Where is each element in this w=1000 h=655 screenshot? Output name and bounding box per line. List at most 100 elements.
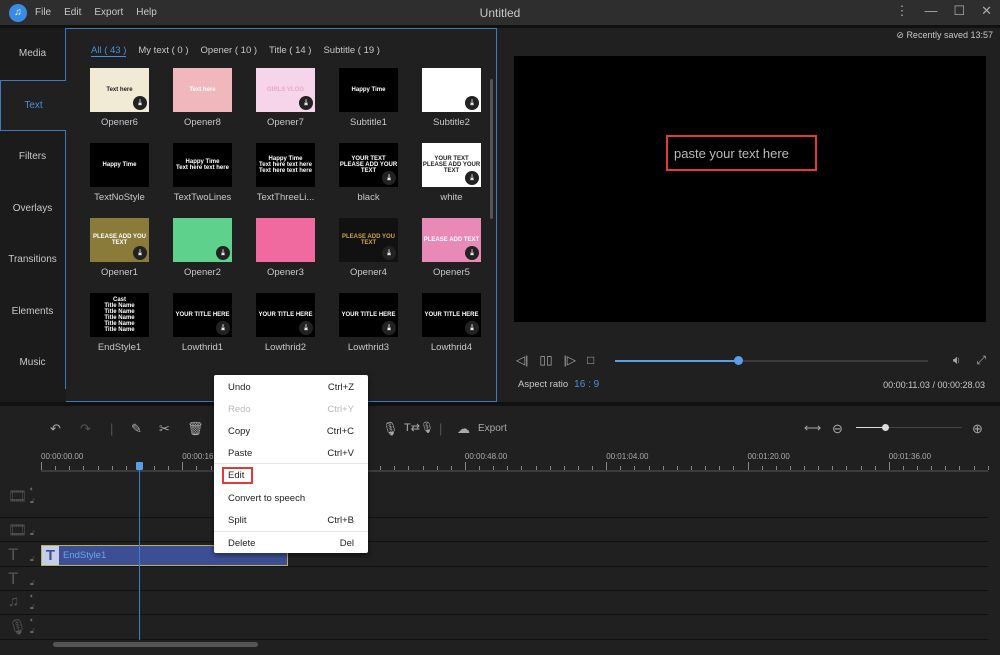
- microphone-icon[interactable]: 🎙︎: [382, 421, 399, 437]
- download-icon[interactable]: ⤓: [465, 96, 479, 110]
- undo-icon[interactable]: ↶: [50, 421, 61, 437]
- template-card[interactable]: Text here ⤓ Opener6: [90, 68, 173, 128]
- video-preview[interactable]: paste your text here: [514, 56, 986, 322]
- export-cloud-icon[interactable]: ☁: [457, 421, 470, 437]
- lock-icon[interactable]: 🔓︎: [30, 498, 35, 506]
- template-card[interactable]: Happy Time Text here text here Text here…: [256, 143, 339, 203]
- context-menu-item-paste[interactable]: Paste Ctrl+V: [228, 448, 354, 459]
- lock-icon[interactable]: 🔓︎: [30, 580, 35, 588]
- speaker-icon[interactable]: 🔈︎: [30, 486, 34, 494]
- minimize-icon[interactable]: —: [924, 3, 937, 19]
- volume-icon[interactable]: 🔉︎: [953, 353, 961, 368]
- template-thumbnail[interactable]: Text here: [173, 68, 232, 112]
- edit-pencil-icon[interactable]: ✎: [131, 421, 142, 437]
- more-icon[interactable]: ⋮: [895, 3, 908, 19]
- template-thumbnail[interactable]: Happy Time Text here text here: [173, 143, 232, 187]
- template-card[interactable]: Text here Opener8: [173, 68, 256, 128]
- template-thumbnail[interactable]: PLEASE ADD YOU TEXT ⤓: [90, 218, 149, 262]
- template-thumbnail[interactable]: ⤓: [173, 218, 232, 262]
- download-icon[interactable]: ⤓: [299, 321, 313, 335]
- menu-file[interactable]: File: [35, 7, 51, 18]
- template-thumbnail[interactable]: [256, 218, 315, 262]
- menu-edit[interactable]: Edit: [64, 7, 81, 18]
- context-menu-item-copy[interactable]: Copy Ctrl+C: [228, 426, 354, 437]
- download-icon[interactable]: ⤓: [133, 246, 147, 260]
- speaker-icon[interactable]: 🔈︎: [30, 593, 34, 601]
- download-icon[interactable]: ⤓: [382, 321, 396, 335]
- fit-timeline-icon[interactable]: ⟷: [804, 421, 821, 435]
- template-thumbnail[interactable]: YOUR TEXT PLEASE ADD YOUR TEXT ⤓: [422, 143, 481, 187]
- delete-icon[interactable]: 🗑︎: [187, 421, 204, 437]
- template-thumbnail[interactable]: Happy Time: [90, 143, 149, 187]
- template-card[interactable]: YOUR TITLE HERE ⤓ Lowthrid3: [339, 293, 422, 353]
- close-icon[interactable]: ✕: [981, 3, 992, 19]
- timeline-scrollbar[interactable]: [53, 642, 258, 647]
- tab-title[interactable]: Title ( 14 ): [269, 45, 311, 57]
- previous-frame-icon[interactable]: ◁|: [516, 353, 528, 367]
- sidebar-item-filters[interactable]: Filters: [0, 131, 66, 183]
- template-thumbnail[interactable]: YOUR TITLE HERE ⤓: [339, 293, 398, 337]
- template-thumbnail[interactable]: YOUR TEXT PLEASE ADD YOUR TEXT ⤓: [339, 143, 398, 187]
- template-thumbnail[interactable]: YOUR TITLE HERE ⤓: [422, 293, 481, 337]
- template-thumbnail[interactable]: Text here ⤓: [90, 68, 149, 112]
- template-thumbnail[interactable]: PLEASE ADD YOU TEXT ⤓: [339, 218, 398, 262]
- template-card[interactable]: Happy Time TextNoStyle: [90, 143, 173, 203]
- lock-icon[interactable]: 🔓︎: [30, 530, 35, 538]
- menu-export[interactable]: Export: [94, 7, 123, 18]
- context-menu-item-redo[interactable]: Redo Ctrl+Y: [228, 404, 354, 415]
- template-card[interactable]: PLEASE ADD TEXT ⤓ Opener5: [422, 218, 496, 278]
- playhead-line[interactable]: [139, 462, 140, 640]
- context-menu-item-delete[interactable]: Delete Del: [228, 538, 354, 549]
- template-thumbnail[interactable]: YOUR TITLE HERE ⤓: [173, 293, 232, 337]
- template-card[interactable]: ⤓ Opener2: [173, 218, 256, 278]
- playhead-handle[interactable]: [136, 462, 143, 470]
- tab-subtitle[interactable]: Subtitle ( 19 ): [323, 45, 380, 57]
- tab-opener[interactable]: Opener ( 10 ): [201, 45, 258, 57]
- context-menu-item-undo[interactable]: Undo Ctrl+Z: [228, 382, 354, 393]
- template-card[interactable]: Happy Time Subtitle1: [339, 68, 422, 128]
- text-to-speech-icon[interactable]: T⇄🎙︎: [404, 421, 434, 434]
- download-icon[interactable]: ⤓: [465, 171, 479, 185]
- context-menu-item-convert-to-speech[interactable]: Convert to speech: [228, 493, 354, 504]
- sidebar-item-music[interactable]: Music: [0, 337, 66, 389]
- speaker-icon[interactable]: 🔈︎: [30, 617, 34, 625]
- next-frame-icon[interactable]: |▷: [564, 353, 576, 367]
- aspect-ratio-value[interactable]: 16 : 9: [574, 379, 599, 390]
- template-card[interactable]: Opener3: [256, 218, 339, 278]
- template-card[interactable]: YOUR TITLE HERE ⤓ Lowthrid1: [173, 293, 256, 353]
- template-card[interactable]: Happy Tim ⤓ Subtitle2: [422, 68, 496, 128]
- template-card[interactable]: Cast Title Name Title Name Title Name Ti…: [90, 293, 173, 353]
- template-card[interactable]: YOUR TITLE HERE ⤓ Lowthrid2: [256, 293, 339, 353]
- sidebar-item-overlays[interactable]: Overlays: [0, 182, 66, 234]
- template-thumbnail[interactable]: Happy Time Text here text here Text here…: [256, 143, 315, 187]
- cut-icon[interactable]: ✂: [159, 421, 170, 437]
- timeline-zoom-slider[interactable]: [856, 424, 962, 431]
- zoom-in-icon[interactable]: ⊕: [972, 421, 983, 437]
- redo-icon[interactable]: ↷: [80, 421, 91, 437]
- stop-icon[interactable]: □: [587, 353, 594, 367]
- template-card[interactable]: PLEASE ADD YOU TEXT ⤓ Opener4: [339, 218, 422, 278]
- tab-my-text[interactable]: My text ( 0 ): [138, 45, 188, 57]
- download-icon[interactable]: ⤓: [382, 246, 396, 260]
- menu-help[interactable]: Help: [136, 7, 157, 18]
- lock-icon[interactable]: 🔓︎: [30, 556, 35, 564]
- template-card[interactable]: GIRLS VLOG ⤓ Opener7: [256, 68, 339, 128]
- download-icon[interactable]: ⤓: [382, 171, 396, 185]
- sidebar-item-media[interactable]: Media: [0, 28, 66, 80]
- template-thumbnail[interactable]: YOUR TITLE HERE ⤓: [256, 293, 315, 337]
- download-icon[interactable]: ⤓: [299, 96, 313, 110]
- download-icon[interactable]: ⤓: [216, 246, 230, 260]
- template-card[interactable]: Happy Time Text here text here TextTwoLin…: [173, 143, 256, 203]
- playback-progress-slider[interactable]: [615, 356, 928, 365]
- pause-icon[interactable]: ▯▯: [539, 353, 552, 367]
- lock-icon[interactable]: 🔓︎: [30, 604, 35, 612]
- lock-icon[interactable]: 🔓︎: [30, 628, 35, 636]
- download-icon[interactable]: ⤓: [465, 321, 479, 335]
- maximize-icon[interactable]: ☐: [953, 3, 965, 19]
- template-card[interactable]: PLEASE ADD YOU TEXT ⤓ Opener1: [90, 218, 173, 278]
- fullscreen-icon[interactable]: ⤢: [976, 353, 986, 368]
- sidebar-item-elements[interactable]: Elements: [0, 285, 66, 337]
- download-icon[interactable]: ⤓: [465, 246, 479, 260]
- template-card[interactable]: YOUR TITLE HERE ⤓ Lowthrid4: [422, 293, 496, 353]
- tab-all[interactable]: All ( 43 ): [91, 45, 127, 57]
